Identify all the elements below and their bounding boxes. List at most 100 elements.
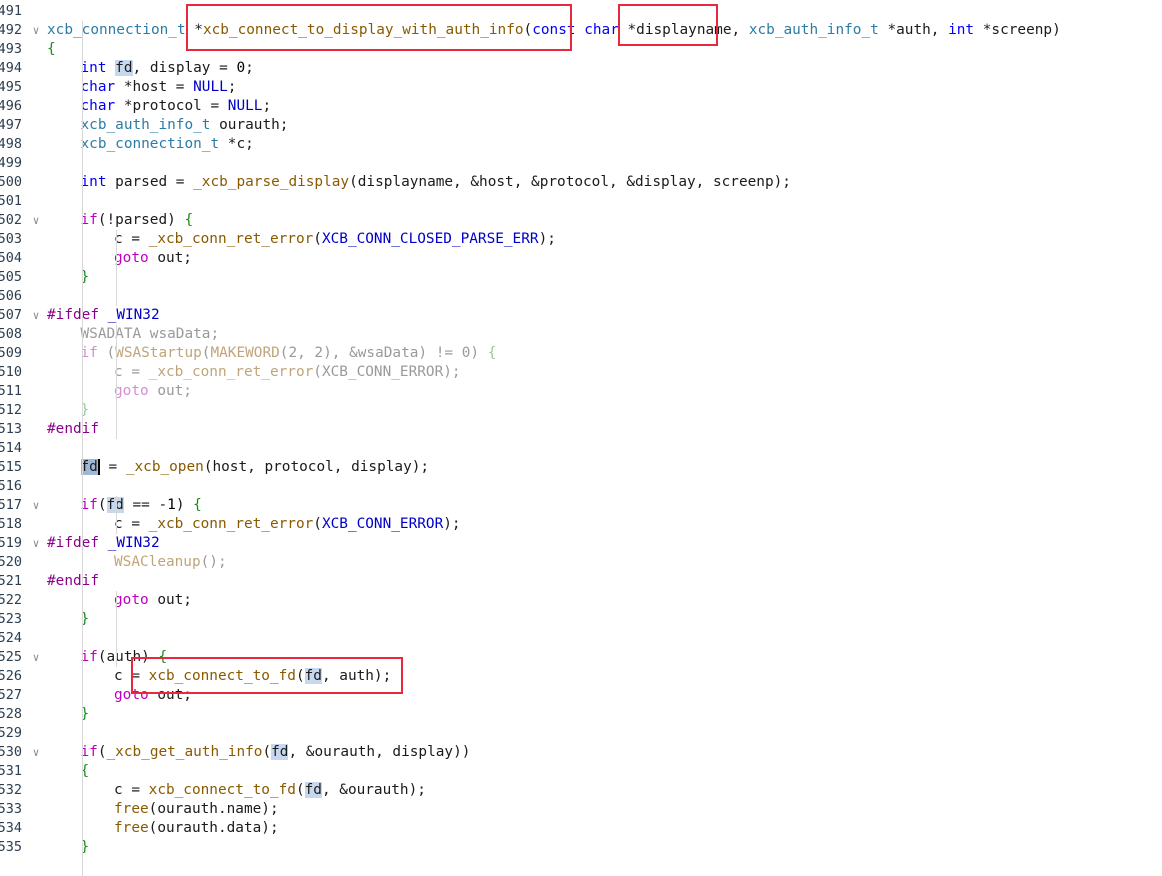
code-line[interactable]: { xyxy=(47,40,56,59)
code-token: NULL xyxy=(193,79,228,95)
line-number: 493 xyxy=(0,41,22,57)
fold-chevron-icon[interactable]: ∨ xyxy=(30,306,42,325)
indent-guide xyxy=(116,591,117,667)
code-line[interactable]: #ifdef _WIN32 xyxy=(47,306,160,325)
code-line[interactable]: goto out; xyxy=(114,686,192,705)
code-token: if xyxy=(80,649,98,665)
code-line[interactable]: free(ourauth.name); xyxy=(114,800,279,819)
code-line[interactable]: char *host = NULL; xyxy=(81,78,237,97)
code-token: ; xyxy=(245,60,254,76)
line-number: 523 xyxy=(0,611,22,627)
code-token: MAKEWORD xyxy=(210,345,280,361)
code-token: xcb_connection_t xyxy=(80,136,220,152)
code-line[interactable]: xcb_connection_t *c; xyxy=(81,135,254,154)
line-number: 513 xyxy=(0,421,22,437)
line-number: 506 xyxy=(0,288,22,304)
code-token: char xyxy=(80,98,116,114)
code-line[interactable]: c = _xcb_conn_ret_error(XCB_CONN_CLOSED_… xyxy=(114,230,556,249)
line-number: 534 xyxy=(0,820,22,836)
code-token: _xcb_get_auth_info xyxy=(106,744,263,760)
code-token: (auth) xyxy=(97,649,159,665)
code-token: (2, 2), &wsaData) != 0) xyxy=(279,345,488,361)
fold-chevron-icon[interactable]: ∨ xyxy=(30,21,42,40)
line-number: 494 xyxy=(0,60,22,76)
line-number: 533 xyxy=(0,801,22,817)
line-number: 526 xyxy=(0,668,22,684)
code-line[interactable]: c = xcb_connect_to_fd(fd, &ourauth); xyxy=(114,781,426,800)
code-editor[interactable]: 491 492 ∨ 493 494 495 496 497 498 499 500 501 502 ∨ 50… xyxy=(0,0,1162,876)
code-token: if xyxy=(80,744,98,760)
code-token: (displayname, &host, &protocol, &display… xyxy=(349,174,791,190)
code-token: goto xyxy=(114,383,149,399)
code-line[interactable]: goto out; xyxy=(114,382,192,401)
code-token: const xyxy=(532,22,576,38)
code-token: fd xyxy=(271,744,289,760)
fold-chevron-icon[interactable]: ∨ xyxy=(30,648,42,667)
code-line[interactable]: char *protocol = NULL; xyxy=(81,97,272,116)
code-token: (!parsed) xyxy=(97,212,185,228)
code-token: { xyxy=(47,41,56,57)
code-token: ( xyxy=(97,497,107,513)
code-line[interactable]: xcb_auth_info_t ourauth; xyxy=(81,116,289,135)
code-token: ( xyxy=(523,22,533,38)
code-token: #endif xyxy=(47,573,99,589)
code-line[interactable]: goto out; xyxy=(114,591,192,610)
code-line[interactable]: if(!parsed) { xyxy=(81,211,194,230)
fold-chevron-icon[interactable]: ∨ xyxy=(30,211,42,230)
code-token: goto xyxy=(114,687,149,703)
line-number: 510 xyxy=(0,364,22,380)
line-number: 501 xyxy=(0,193,22,209)
code-line[interactable]: c = _xcb_conn_ret_error(XCB_CONN_ERROR); xyxy=(114,515,461,534)
fold-chevron-icon[interactable]: ∨ xyxy=(30,496,42,515)
code-token: fd xyxy=(304,668,322,684)
code-line[interactable]: goto out; xyxy=(114,249,192,268)
line-number: 498 xyxy=(0,136,22,152)
code-token: char xyxy=(80,79,116,95)
line-number: 516 xyxy=(0,478,22,494)
code-token: * xyxy=(185,22,203,38)
code-token: xcb_auth_info_t xyxy=(80,117,211,133)
code-token: out; xyxy=(148,592,192,608)
code-line[interactable]: if(fd == -1) { xyxy=(81,496,202,515)
code-token: (); xyxy=(200,554,227,570)
code-line[interactable]: #endif xyxy=(47,420,99,439)
code-line[interactable]: if(auth) { xyxy=(81,648,168,667)
code-line[interactable]: int fd, display = 0; xyxy=(81,59,254,78)
code-token: c = xyxy=(114,231,149,247)
code-token: c = xyxy=(114,364,149,380)
indent-guide xyxy=(116,325,117,439)
code-token: free xyxy=(114,820,149,836)
code-token: *screenp) xyxy=(974,22,1061,38)
code-token: { xyxy=(158,649,168,665)
code-line[interactable]: xcb_connection_t *xcb_connect_to_display… xyxy=(47,21,1061,40)
code-line[interactable]: WSADATA wsaData; xyxy=(81,325,220,344)
code-line[interactable]: c = xcb_connect_to_fd(fd, auth); xyxy=(114,667,391,686)
line-number: 504 xyxy=(0,250,22,266)
code-line[interactable]: if(_xcb_get_auth_info(fd, &ourauth, disp… xyxy=(80,743,470,762)
code-token: xcb_connect_to_fd xyxy=(148,668,296,684)
code-token: ( xyxy=(295,668,305,684)
code-token: if xyxy=(80,212,98,228)
code-token: char xyxy=(584,22,619,38)
code-line[interactable]: WSACleanup(); xyxy=(114,553,227,572)
code-line[interactable]: if (WSAStartup(MAKEWORD(2, 2), &wsaData)… xyxy=(81,344,497,363)
code-token: #ifdef xyxy=(47,535,99,551)
code-line[interactable]: #endif xyxy=(47,572,99,591)
code-line[interactable]: fd = _xcb_open(host, protocol, display); xyxy=(80,458,429,477)
code-token: NULL xyxy=(227,98,263,114)
line-number: 496 xyxy=(0,98,22,114)
code-token: int xyxy=(948,22,975,38)
code-token: c = xyxy=(114,516,149,532)
code-token: ); xyxy=(538,231,556,247)
code-token: _WIN32 xyxy=(107,535,160,551)
fold-chevron-icon[interactable]: ∨ xyxy=(30,534,42,553)
code-line[interactable]: free(ourauth.data); xyxy=(114,819,279,838)
code-line[interactable]: c = _xcb_conn_ret_error(XCB_CONN_ERROR); xyxy=(114,363,461,382)
code-token: 1 xyxy=(167,497,176,513)
code-line[interactable]: #ifdef _WIN32 xyxy=(47,534,160,553)
fold-chevron-icon[interactable]: ∨ xyxy=(30,743,42,762)
code-token: ; xyxy=(262,98,272,114)
code-line[interactable]: int parsed = _xcb_parse_display(displayn… xyxy=(81,173,791,192)
code-token: xcb_connect_to_display_with_auth_info xyxy=(202,22,524,38)
